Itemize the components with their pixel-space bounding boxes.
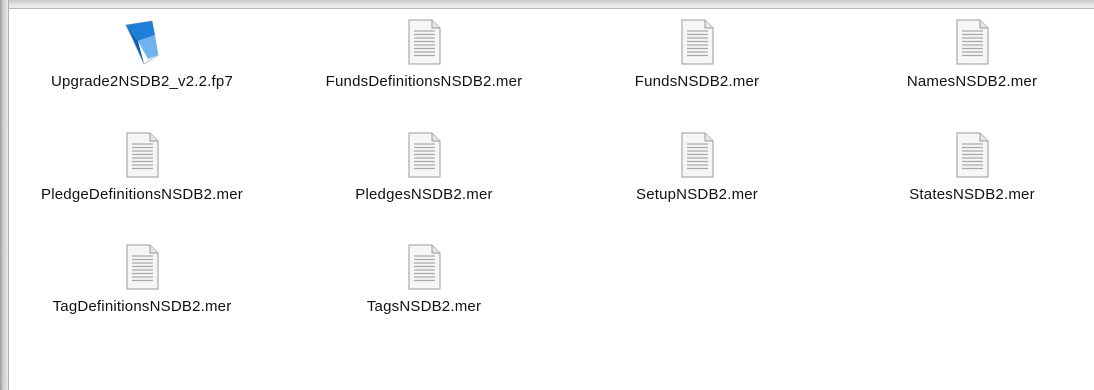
file-item-pledgedefinitions[interactable]: PledgeDefinitionsNSDB2.mer <box>17 132 267 204</box>
window-left-edge <box>0 0 9 390</box>
file-name: SetupNSDB2.mer <box>635 186 759 203</box>
document-icon <box>679 132 715 178</box>
document-icon <box>124 132 160 178</box>
file-item-setup[interactable]: SetupNSDB2.mer <box>572 132 822 204</box>
document-icon <box>406 19 442 65</box>
filemaker-database-icon <box>124 19 160 65</box>
file-name: NamesNSDB2.mer <box>906 73 1038 90</box>
window-top-edge <box>0 0 1094 9</box>
file-item-tagdefinitions[interactable]: TagDefinitionsNSDB2.mer <box>17 244 267 316</box>
document-icon <box>406 132 442 178</box>
document-icon <box>124 244 160 290</box>
file-item-funds[interactable]: FundsNSDB2.mer <box>572 19 822 91</box>
document-icon <box>679 19 715 65</box>
file-item-states[interactable]: StatesNSDB2.mer <box>847 132 1094 204</box>
file-item-upgrade2nsdb2[interactable]: Upgrade2NSDB2_v2.2.fp7 <box>17 19 267 91</box>
file-item-fundsdefinitions[interactable]: FundsDefinitionsNSDB2.mer <box>299 19 549 91</box>
file-name: TagDefinitionsNSDB2.mer <box>52 298 232 315</box>
file-name: FundsDefinitionsNSDB2.mer <box>325 73 523 90</box>
file-name: PledgeDefinitionsNSDB2.mer <box>41 186 243 203</box>
finder-window: Upgrade2NSDB2_v2.2.fp7 FundsDefinitionsN… <box>0 0 1094 390</box>
document-icon <box>954 19 990 65</box>
document-icon <box>954 132 990 178</box>
file-item-names[interactable]: NamesNSDB2.mer <box>847 19 1094 91</box>
file-name: FundsNSDB2.mer <box>634 73 760 90</box>
file-item-tags[interactable]: TagsNSDB2.mer <box>299 244 549 316</box>
document-icon <box>406 244 442 290</box>
file-name: StatesNSDB2.mer <box>909 186 1035 203</box>
file-name: TagsNSDB2.mer <box>366 298 482 315</box>
file-item-pledges[interactable]: PledgesNSDB2.mer <box>299 132 549 204</box>
file-name: Upgrade2NSDB2_v2.2.fp7 <box>50 73 233 90</box>
file-name: PledgesNSDB2.mer <box>355 186 493 203</box>
